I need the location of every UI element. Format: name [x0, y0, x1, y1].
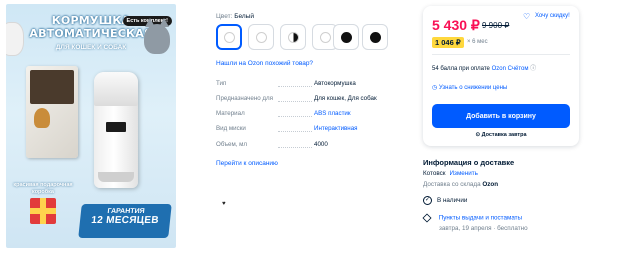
warranty-label: ГАРАНТИЯ: [107, 208, 145, 215]
want-discount-link[interactable]: Хочу скидку!: [535, 13, 570, 19]
points-info: 54 балла при оплате Ozon Счётом ⓘ: [432, 66, 537, 72]
delivery-tomorrow: ⊙ Доставка завтра: [475, 132, 527, 138]
spec-row: Объем, мл 4000: [216, 141, 328, 148]
info-icon: ⓘ: [530, 66, 537, 72]
gift-box-badge: красивая подарочная коробка: [10, 178, 74, 240]
installment-period: × 6 мес: [467, 39, 488, 45]
check-icon: ✓: [423, 196, 432, 205]
package-box-illustration: [26, 66, 78, 158]
warranty-banner: ГАРАНТИЯ 12 МЕСЯЦЕВ: [78, 204, 172, 238]
gift-text: красивая подарочная коробка: [13, 182, 73, 195]
spec-row: Предназначено для Для кошек, Для собак: [216, 95, 377, 102]
divider: [432, 54, 570, 55]
go-to-description-link[interactable]: Перейти к описанию: [216, 160, 278, 167]
product-image[interactable]: КОРМУШКА АВТОМАТИЧЕСКАЯ ДЛЯ КОШЕК И СОБА…: [6, 4, 176, 248]
truck-icon: ⊙: [475, 132, 481, 138]
spec-row: Вид миски Интерактивная: [216, 125, 358, 132]
color-swatch-2[interactable]: [248, 24, 274, 50]
bowl-type-link[interactable]: Интерактивная: [314, 125, 358, 132]
price-card: 5 430 ₽ 9 900 ₽ ♡ Хочу скидку! 1 046 ₽ ×…: [423, 6, 579, 146]
pickup-points-link[interactable]: Пункты выдачи и постаматы: [439, 215, 522, 222]
dog-illustration: [6, 22, 24, 56]
pickup-points-row[interactable]: Пункты выдачи и постаматы: [422, 213, 522, 223]
warranty-value: 12 МЕСЯЦЕВ: [90, 215, 160, 226]
delivery-info-title: Информация о доставке: [423, 158, 515, 167]
change-city-link[interactable]: Изменить: [450, 170, 478, 177]
cat-illustration: [144, 18, 170, 54]
feeder-illustration: [94, 72, 138, 188]
bell-icon: ◷: [432, 85, 438, 91]
add-to-cart-button[interactable]: Добавить в корзину: [432, 104, 570, 128]
color-swatch-1[interactable]: [216, 24, 242, 50]
old-price: 9 900 ₽: [482, 21, 510, 30]
color-swatch-3[interactable]: [280, 24, 306, 50]
color-swatch-6[interactable]: [362, 24, 388, 50]
spec-row: Материал ABS пластик: [216, 110, 351, 117]
material-link[interactable]: ABS пластик: [314, 110, 351, 117]
discount-wish-icon[interactable]: ♡: [523, 12, 530, 21]
in-stock-row: ✓ В наличии: [423, 196, 468, 205]
gift-icon: [30, 198, 56, 224]
color-label: Цвет: Белый: [216, 13, 254, 20]
color-swatch-5[interactable]: [333, 24, 359, 50]
brand-heart-icon[interactable]: ♥: [222, 201, 226, 207]
current-price: 5 430 ₽: [432, 17, 480, 33]
delivery-city: Котовск Изменить: [423, 170, 478, 177]
spec-row: Тип Автокормушка: [216, 80, 356, 87]
price-drop-link[interactable]: ◷ Узнать о снижении цены: [432, 84, 507, 91]
installment-price[interactable]: 1 046 ₽: [432, 37, 464, 48]
similar-product-link[interactable]: Нашли на Ozon похожий товар?: [216, 60, 313, 67]
pickup-date: завтра, 19 апреля · бесплатно: [439, 225, 528, 232]
delivery-warehouse: Доставка со склада Ozon: [423, 181, 499, 188]
box-icon: [422, 213, 432, 223]
